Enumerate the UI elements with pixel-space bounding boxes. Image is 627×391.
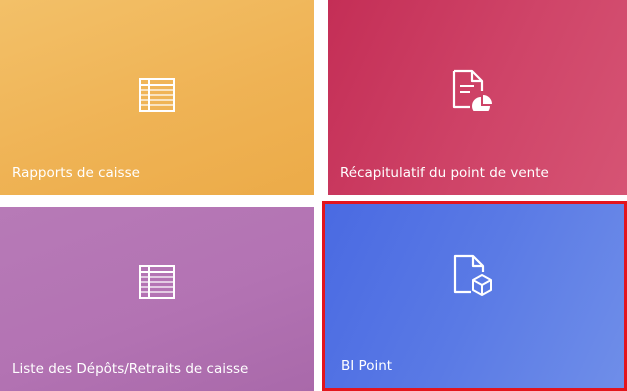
tile-bi-point[interactable]: BI Point (322, 201, 627, 391)
tile-label: Liste des Dépôts/Retraits de caisse (12, 361, 249, 377)
tile-label: Rapports de caisse (12, 165, 140, 181)
table-icon (139, 78, 175, 112)
document-chart-icon (452, 69, 492, 111)
tile-label: Récapitulatif du point de vente (340, 165, 549, 181)
report-tile-grid: Rapports de caisse Récapitulatif du poin… (0, 0, 627, 391)
tile-label: BI Point (341, 358, 393, 374)
tile-liste-depots-retraits[interactable]: Liste des Dépôts/Retraits de caisse (0, 207, 314, 391)
tile-recapitulatif-point-de-vente[interactable]: Récapitulatif du point de vente (328, 0, 627, 195)
tile-rapports-de-caisse[interactable]: Rapports de caisse (0, 0, 314, 195)
document-cube-icon (453, 254, 492, 296)
table-icon (139, 265, 175, 299)
